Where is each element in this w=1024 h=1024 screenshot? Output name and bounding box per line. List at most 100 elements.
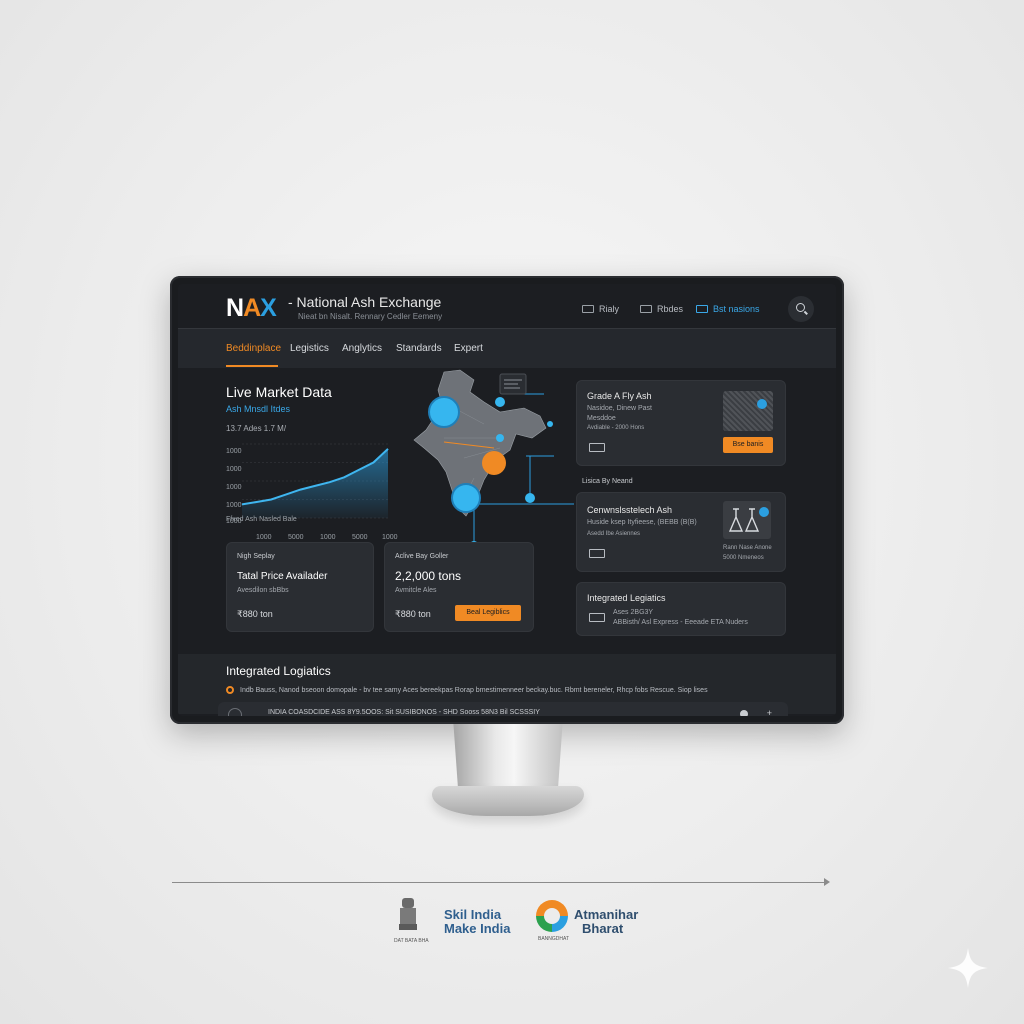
monitor-neck — [453, 724, 563, 794]
card-tag: Aclive Bay Goller — [395, 553, 449, 560]
header-nav-rbdes[interactable]: Rbdes — [640, 304, 683, 314]
national-emblem-icon — [399, 898, 417, 930]
strip-text: INDIA COASDCIDE ASS 8Y9.5OOS: Sit SUSIBO… — [268, 709, 540, 716]
map-node-orange[interactable] — [482, 451, 506, 475]
card-title: Cenwnslsstelech Ash — [587, 505, 673, 515]
atmanirbhar-logo-icon — [536, 900, 568, 932]
logo-x: X — [260, 294, 277, 322]
aatm-line1: Atmanihar — [574, 907, 639, 922]
y-tick: 1000 — [226, 484, 242, 491]
monitor-frame: NAX - National Ash Exchange Nieat bn Nis… — [170, 276, 844, 724]
tab-anglytics[interactable]: Anglytics — [342, 343, 382, 354]
india-map — [413, 369, 574, 551]
ticker-text: Indb Bauss, Nanod bseoon domopale - bv t… — [240, 686, 708, 694]
chart-area — [242, 448, 388, 518]
fly-ash-image — [723, 391, 773, 431]
aatm-line2: Bharat — [582, 921, 624, 936]
tab-legistics[interactable]: Legistics — [290, 343, 329, 354]
info-badge-icon — [757, 399, 767, 409]
header-nav-label: Rbdes — [657, 304, 684, 314]
y-tick: 1000 — [226, 466, 242, 473]
nax-logo[interactable]: NAX — [226, 294, 277, 323]
divider-line — [172, 882, 826, 883]
screen: NAX - National Ash Exchange Nieat bn Nis… — [178, 284, 836, 716]
logo-a: A — [243, 294, 261, 322]
expand-icon[interactable]: + — [767, 708, 772, 716]
app-header: NAX - National Ash Exchange Nieat bn Nis… — [178, 284, 836, 328]
header-nav-bst-nasions[interactable]: Bst nasions — [696, 304, 760, 314]
buy-button[interactable]: Bse banis — [723, 437, 773, 453]
active-buy-card[interactable]: Aclive Bay Goller 2,2,000 tons Avmitcle … — [384, 542, 534, 632]
brand-tagline: Nieat bn Nisalt. Rennary Cedler Eemeny — [298, 312, 443, 321]
skill-line1: Skil India — [444, 907, 502, 922]
card-subtitle: Ases 2BG3Y — [613, 609, 654, 616]
skill-line2: Make India — [444, 921, 511, 936]
live-market-title: Live Market Data — [226, 384, 332, 400]
header-nav-label: Bst nasions — [713, 304, 760, 314]
info-strip: INDIA COASDCIDE ASS 8Y9.5OOS: Sit SUSIBO… — [218, 702, 788, 716]
x-tick: 1000 — [256, 534, 272, 541]
card-subtitle: Asedd Ibe Asiennes — [587, 531, 641, 537]
main-tabs: Beddinplace Legistics Anglytics Standard… — [178, 328, 836, 368]
atmanirbhar-caption: BANNGDHAT — [538, 936, 570, 942]
ash-index-label[interactable]: Ash Mnsdl Itdes — [226, 404, 290, 414]
card-title: Tatal Price Availader — [237, 571, 328, 582]
cenosphere-card[interactable]: Cenwnslsstelech Ash Huside ksep Ityfiees… — [576, 492, 786, 572]
chart-icon — [696, 305, 708, 313]
card-title: 2,2,000 tons — [395, 569, 462, 583]
map-dot[interactable] — [496, 434, 504, 442]
market-line-chart — [241, 443, 389, 519]
map-dot[interactable] — [525, 493, 535, 503]
card-title: Grade A Fly Ash — [587, 391, 652, 401]
x-tick: 5000 — [288, 534, 304, 541]
tab-expert[interactable]: Expert — [454, 343, 483, 354]
card-price: ₹880 ton — [237, 609, 273, 619]
card-subtitle: Avesdilon sbBbs — [237, 587, 289, 594]
brand-title: - National Ash Exchange — [288, 294, 442, 310]
x-tick: 1000 — [382, 534, 398, 541]
index-value: 13.7 Ades 1.7 M/ — [226, 424, 287, 433]
map-node-blue[interactable] — [428, 396, 460, 428]
header-nav-label: Rialy — [599, 304, 620, 314]
card-caption: Rann Nase Anone — [723, 545, 772, 551]
truck-icon — [640, 305, 652, 313]
y-tick: 1000 — [226, 502, 242, 509]
map-dot[interactable] — [495, 397, 505, 407]
active-tab-indicator — [226, 365, 278, 367]
x-tick: 1000 — [320, 534, 336, 541]
card-price: ₹880 ton — [395, 609, 431, 619]
logistics-button[interactable]: Beal Legiblics — [455, 605, 521, 621]
card-subtitle: Avmitcle Ales — [395, 587, 437, 594]
info-badge-icon — [759, 507, 769, 517]
map-dot[interactable] — [547, 421, 553, 427]
truck-icon — [589, 549, 605, 558]
arrow-icon — [824, 878, 830, 886]
search-button[interactable] — [788, 296, 814, 322]
ticker-dot-icon — [226, 686, 234, 694]
map-node-blue[interactable] — [451, 483, 481, 513]
atmanirbhar-text: Atmanihar Bharat — [574, 908, 638, 936]
emblem-caption: DAT BATA BHA — [394, 938, 429, 944]
listing-label: Lisica By Neand — [582, 478, 633, 485]
skill-india-logo: Skil India Make India — [444, 908, 510, 936]
sparkle-icon — [948, 948, 988, 988]
header-nav-rialy[interactable]: Rialy — [582, 304, 619, 314]
tab-beddinplace[interactable]: Beddinplace — [226, 343, 281, 354]
x-tick: 5000 — [352, 534, 368, 541]
strip-dot-icon — [740, 710, 748, 716]
high-supply-card[interactable]: Nigh Seplay Tatal Price Availader Avesdi… — [226, 542, 374, 632]
truck-icon — [589, 443, 605, 452]
monitor-base — [432, 786, 584, 816]
logistics-card[interactable]: Integrated Legiatics Ases 2BG3Y ABBisth/… — [576, 582, 786, 636]
card-availability: Avdiable - 2000 Hons — [587, 425, 645, 431]
y-tick: 1000 — [226, 448, 242, 455]
logo-n: N — [226, 294, 244, 322]
news-ticker: Indb Bauss, Nanod bseoon domopale - bv t… — [226, 686, 708, 694]
card-title: Integrated Legiatics — [587, 593, 666, 603]
card-tag: Nigh Seplay — [237, 553, 275, 560]
tab-standards[interactable]: Standards — [396, 343, 442, 354]
card-subtitle: Nasidoe, Dinew Past — [587, 405, 652, 412]
monitor-icon — [582, 305, 594, 313]
grade-a-card[interactable]: Grade A Fly Ash Nasidoe, Dinew Past Mesd… — [576, 380, 786, 466]
search-icon-handle — [804, 310, 808, 315]
